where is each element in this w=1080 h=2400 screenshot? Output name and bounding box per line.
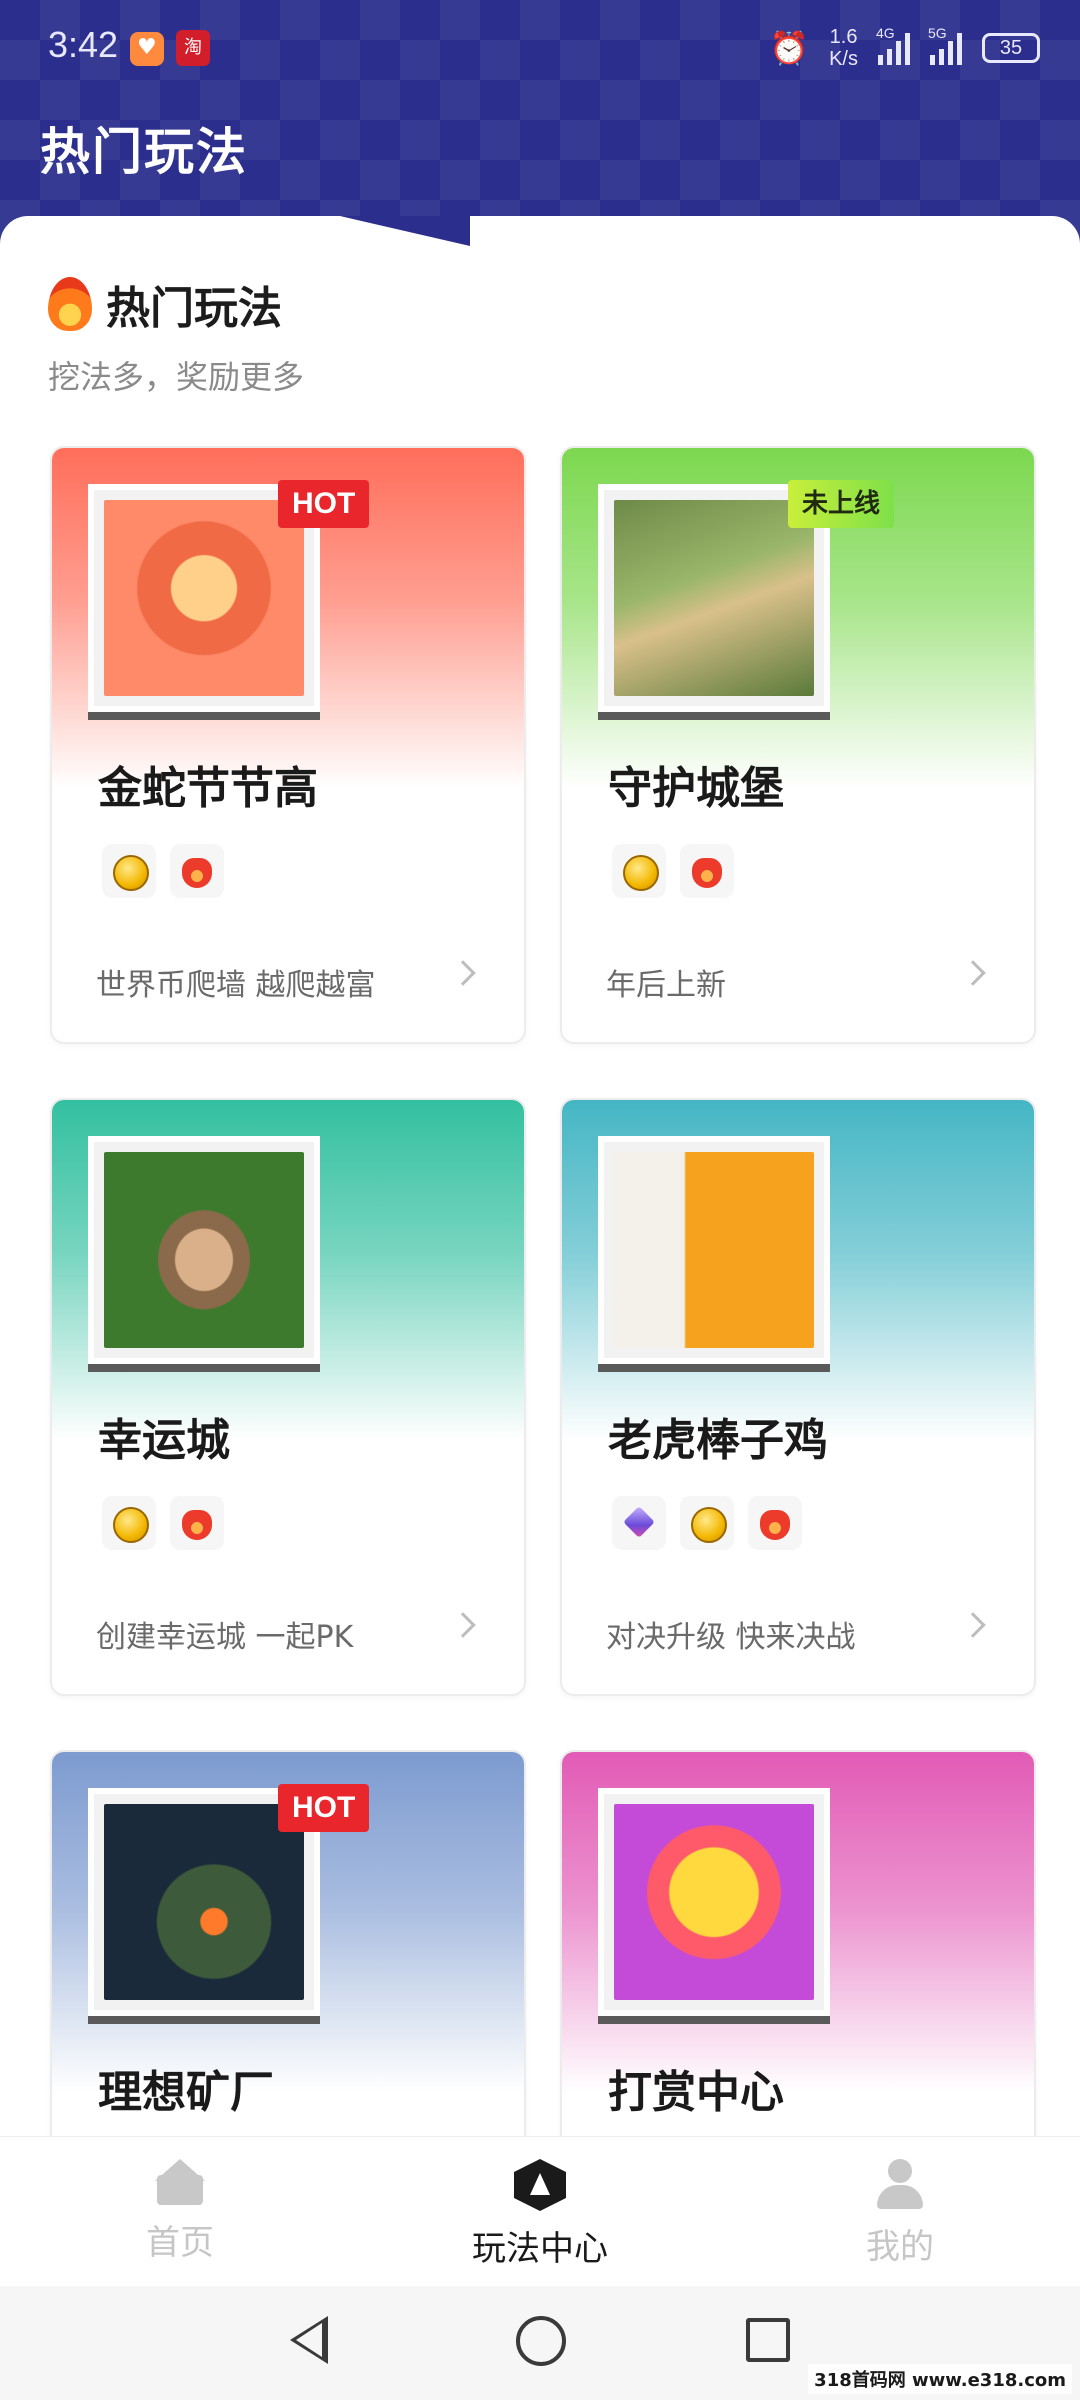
coin-icon	[680, 1496, 734, 1550]
section-subtitle: 挖法多，奖励更多	[48, 358, 305, 396]
play-center-icon	[514, 2159, 566, 2211]
game-name: 幸运城	[98, 1415, 230, 1466]
gem-icon	[612, 1496, 666, 1550]
game-thumbnail	[598, 1788, 830, 2016]
game-card[interactable]: HOT 理想矿厂	[50, 1750, 526, 2136]
back-icon[interactable]	[290, 2316, 328, 2364]
status-time: 3:42	[48, 24, 119, 65]
system-nav-bar: 318首码网 www.e318.com	[0, 2286, 1080, 2400]
game-name: 理想矿厂	[98, 2067, 274, 2118]
game-card[interactable]: 打赏中心	[560, 1750, 1036, 2136]
game-card[interactable]: 老虎棒子鸡 对决升级 快来决战	[560, 1098, 1036, 1696]
reward-icons	[612, 844, 734, 898]
signal-label: 4G	[876, 25, 895, 41]
user-icon	[877, 2159, 923, 2209]
game-thumbnail	[88, 1136, 320, 1364]
chevron-right-icon	[960, 960, 986, 986]
tab-play-center[interactable]: 玩法中心	[360, 2137, 720, 2286]
reward-icons	[102, 844, 224, 898]
signal-label-2: 5G	[928, 25, 947, 41]
home-circle-icon[interactable]	[516, 2316, 566, 2366]
game-card[interactable]: 幸运城 创建幸运城 一起PK	[50, 1098, 526, 1696]
game-card[interactable]: HOT 金蛇节节高 世界币爬墙 越爬越富	[50, 446, 526, 1044]
tab-label: 首页	[146, 2223, 214, 2263]
app-notification-icon	[130, 32, 164, 66]
watermark: 318首码网 www.e318.com	[808, 2364, 1072, 2394]
battery-icon: 35	[982, 33, 1040, 63]
coin-icon	[102, 844, 156, 898]
bag-icon	[170, 1496, 224, 1550]
network-speed: 1.6 K/s	[829, 26, 858, 70]
bag-icon	[170, 844, 224, 898]
status-bar: 3:42 淘 ⏰ 1.6 K/s 4G 5G 35	[0, 0, 1080, 96]
recent-apps-icon[interactable]	[746, 2318, 790, 2362]
game-name: 金蛇节节高	[98, 763, 318, 814]
network-speed-unit: K/s	[829, 48, 858, 70]
game-description: 对决升级 快来决战	[606, 1620, 856, 1655]
page-title: 热门玩法	[40, 123, 248, 181]
tab-home[interactable]: 首页	[0, 2137, 360, 2286]
header: 3:42 淘 ⏰ 1.6 K/s 4G 5G 35 热门玩法	[0, 0, 1080, 250]
chevron-right-icon	[450, 960, 476, 986]
signal-icon: 4G	[876, 25, 910, 65]
game-name: 打赏中心	[608, 2067, 784, 2118]
tab-mine[interactable]: 我的	[720, 2137, 1080, 2286]
game-description: 创建幸运城 一起PK	[96, 1620, 354, 1655]
home-icon	[155, 2159, 205, 2205]
tab-label: 我的	[866, 2227, 934, 2267]
tab-label: 玩法中心	[472, 2229, 608, 2269]
game-description: 年后上新	[606, 968, 726, 1003]
taobao-notification-icon: 淘	[176, 30, 210, 66]
reward-icons	[102, 1496, 224, 1550]
chevron-right-icon	[450, 1612, 476, 1638]
fire-icon	[48, 277, 92, 331]
game-thumbnail	[598, 1136, 830, 1364]
section-title-text: 热门玩法	[106, 283, 282, 334]
signal-icon-2: 5G	[928, 25, 962, 65]
game-description: 世界币爬墙 越爬越富	[96, 968, 376, 1003]
hot-badge: HOT	[278, 480, 370, 528]
coin-icon	[102, 1496, 156, 1550]
chevron-right-icon	[960, 1612, 986, 1638]
game-name: 守护城堡	[608, 763, 784, 814]
coin-icon	[612, 844, 666, 898]
main-sheet: 热门玩法 挖法多，奖励更多 HOT 金蛇节节高 世界币爬墙 越爬越富 未上线 守…	[0, 216, 1080, 2136]
bag-icon	[748, 1496, 802, 1550]
hot-badge: HOT	[278, 1784, 370, 1832]
game-name: 老虎棒子鸡	[608, 1415, 828, 1466]
network-speed-value: 1.6	[829, 26, 858, 48]
coming-soon-badge: 未上线	[788, 480, 895, 528]
bag-icon	[680, 844, 734, 898]
game-card[interactable]: 未上线 守护城堡 年后上新	[560, 446, 1036, 1044]
reward-icons	[612, 1496, 802, 1550]
status-right: ⏰ 1.6 K/s 4G 5G 35	[769, 25, 1040, 70]
bottom-tab-bar: 首页 玩法中心 我的	[0, 2136, 1080, 2286]
alarm-icon: ⏰	[769, 29, 810, 67]
section-title: 热门玩法	[48, 272, 282, 336]
